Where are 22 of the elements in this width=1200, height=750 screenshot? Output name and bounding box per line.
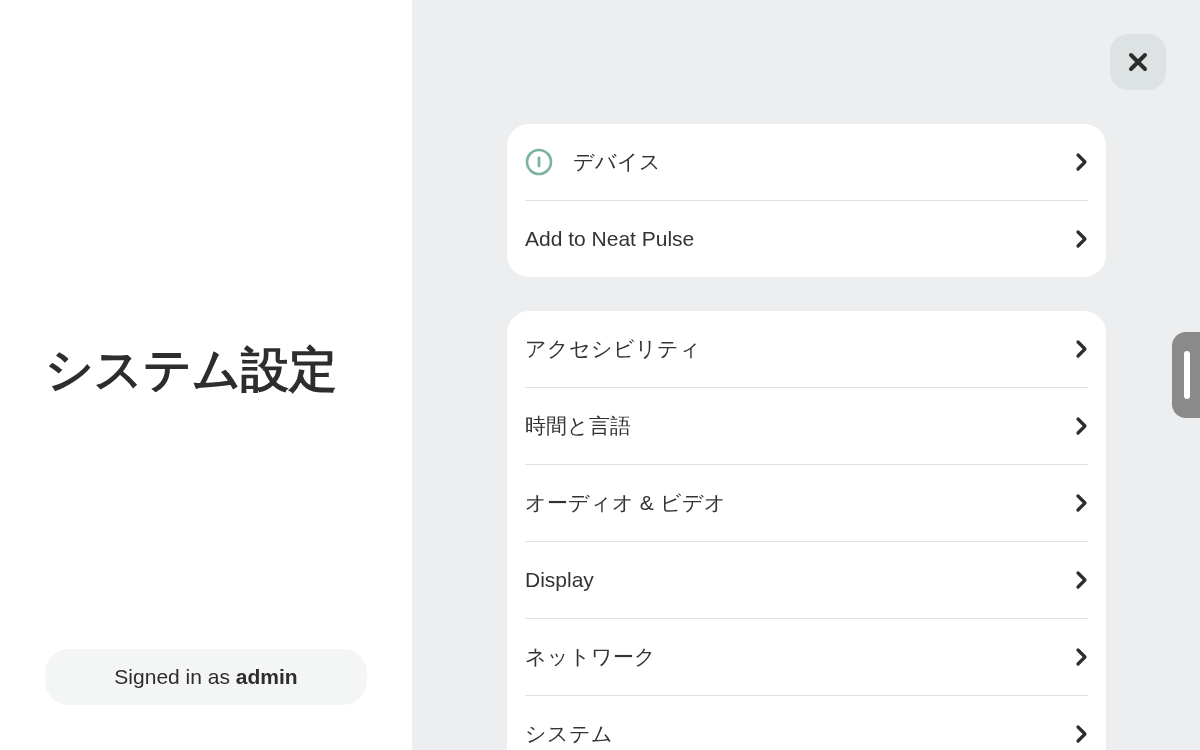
chevron-right-icon <box>1074 647 1088 667</box>
signed-in-label: Signed in as admin <box>45 649 367 705</box>
close-icon <box>1127 51 1149 73</box>
status-ring-icon <box>525 148 553 176</box>
settings-row[interactable]: システム <box>525 696 1088 750</box>
side-handle[interactable] <box>1172 332 1200 418</box>
settings-row[interactable]: Add to Neat Pulse <box>525 201 1088 277</box>
close-button[interactable] <box>1110 34 1166 90</box>
settings-row[interactable]: Display <box>525 542 1088 618</box>
settings-row[interactable]: アクセシビリティ <box>525 311 1088 387</box>
chevron-right-icon <box>1074 570 1088 590</box>
chevron-right-icon <box>1074 416 1088 436</box>
chevron-right-icon <box>1074 493 1088 513</box>
chevron-right-icon <box>1074 339 1088 359</box>
settings-row[interactable]: オーディオ & ビデオ <box>525 465 1088 541</box>
settings-row[interactable]: デバイス <box>525 124 1088 200</box>
settings-row[interactable]: ネットワーク <box>525 619 1088 695</box>
settings-row[interactable]: 時間と言語 <box>525 388 1088 464</box>
chevron-right-icon <box>1074 229 1088 249</box>
page-title: システム設定 <box>45 342 338 398</box>
chevron-right-icon <box>1074 724 1088 744</box>
chevron-right-icon <box>1074 152 1088 172</box>
